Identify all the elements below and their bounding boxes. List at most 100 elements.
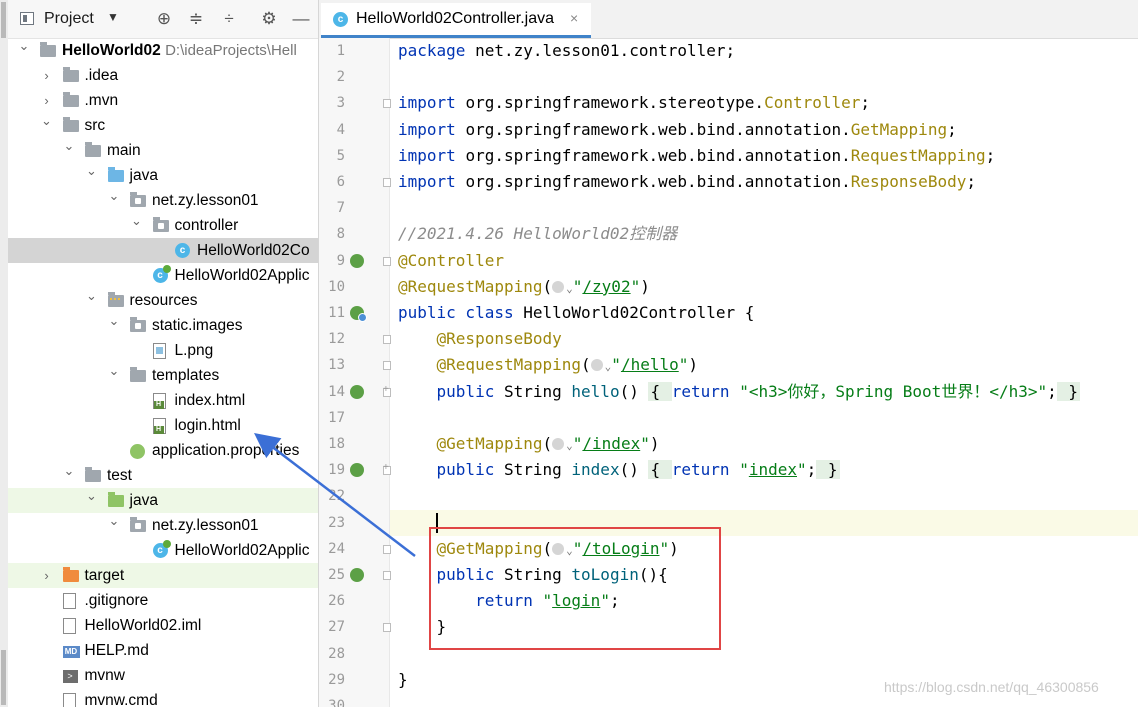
- project-view-title[interactable]: Project: [44, 10, 94, 28]
- collapse-all-icon[interactable]: ÷: [218, 8, 240, 30]
- structure-tool-tab[interactable]: [1, 650, 6, 705]
- chevron-down-icon[interactable]: ⌄: [86, 483, 98, 508]
- code-token: @Controller: [398, 250, 504, 270]
- tree-item[interactable]: ⌄ java: [8, 488, 318, 513]
- code-line[interactable]: //2021.4.26 HelloWorld02控制器: [398, 221, 677, 247]
- tree-item[interactable]: ⌄ net.zy.lesson01: [8, 188, 318, 213]
- tree-item[interactable]: ⌄ controller: [8, 213, 318, 238]
- chevron-down-icon[interactable]: ⌄: [86, 158, 98, 183]
- tree-item[interactable]: › target: [8, 563, 318, 588]
- code-line[interactable]: import org.springframework.web.bind.anno…: [398, 169, 976, 195]
- tree-item[interactable]: application.properties: [8, 438, 318, 463]
- code-token: import: [398, 172, 466, 191]
- tree-item[interactable]: c HelloWorld02Applic: [8, 263, 318, 288]
- project-panel: Project ▼ ⊕ ≑ ÷ ⚙ — ⌄ HelloWorld02 D:\ide…: [8, 0, 319, 707]
- spring-web-gutter-icon[interactable]: [350, 306, 367, 322]
- line-number: 23: [328, 514, 345, 531]
- minimize-icon[interactable]: —: [290, 8, 312, 30]
- chevron-down-icon[interactable]: ⌄: [86, 283, 98, 308]
- code-token: ;: [1047, 381, 1057, 401]
- tree-item[interactable]: ⌄ test: [8, 463, 318, 488]
- tree-item-label: controller: [175, 213, 239, 238]
- tree-item[interactable]: > mvnw: [8, 663, 318, 688]
- tree-item[interactable]: c HelloWorld02Applic: [8, 538, 318, 563]
- chevron-down-icon[interactable]: ⌄: [41, 108, 53, 133]
- code-line[interactable]: @RequestMapping(⌄"/zy02"): [398, 274, 650, 300]
- tree-item[interactable]: ⌄ java: [8, 163, 318, 188]
- tree-item[interactable]: HelloWorld02.iml: [8, 613, 318, 638]
- editor-tab[interactable]: c HelloWorld02Controller.java ×: [321, 3, 591, 38]
- tree-item[interactable]: › .idea: [8, 63, 318, 88]
- tree-item[interactable]: .gitignore: [8, 588, 318, 613]
- spring-bean-gutter-icon[interactable]: [350, 463, 364, 478]
- excluded-folder-icon: [62, 567, 79, 582]
- code-line[interactable]: public String index() { return "index"; …: [398, 457, 840, 483]
- chevron-down-icon[interactable]: ⌄: [18, 33, 30, 58]
- settings-icon[interactable]: ⚙: [258, 8, 280, 30]
- tree-item-label: L.png: [175, 338, 214, 363]
- tree-item-label: net.zy.lesson01: [152, 513, 259, 538]
- code-line[interactable]: @GetMapping(⌄"/index"): [398, 431, 660, 457]
- tree-item[interactable]: ⌄ resources: [8, 288, 318, 313]
- tree-item[interactable]: ⌄ static.images: [8, 313, 318, 338]
- tree-item[interactable]: ⌄ net.zy.lesson01: [8, 513, 318, 538]
- tree-item[interactable]: ⌄ HelloWorld02 D:\ideaProjects\Hell: [8, 38, 318, 63]
- code-token: String: [503, 381, 572, 401]
- package-icon: [130, 317, 146, 332]
- chevron-down-icon[interactable]: ⌄: [108, 358, 120, 383]
- tree-item-name: application.properties: [152, 442, 300, 459]
- code-line[interactable]: public class HelloWorld02Controller {: [398, 300, 754, 326]
- target-icon[interactable]: ⊕: [153, 8, 175, 30]
- chevron-right-icon[interactable]: ›: [41, 63, 53, 88]
- code-line[interactable]: @ResponseBody: [398, 326, 562, 352]
- spring-bean-gutter-icon[interactable]: [350, 384, 364, 399]
- chevron-down-icon[interactable]: ⌄: [131, 208, 143, 233]
- watermark: https://blog.csdn.net/qq_46300856: [884, 679, 1099, 695]
- tree-item[interactable]: ⌄ main: [8, 138, 318, 163]
- code-token: public class: [398, 303, 524, 322]
- tree-item[interactable]: › .mvn: [8, 88, 318, 113]
- expand-all-icon[interactable]: ≑: [185, 8, 207, 30]
- tree-item-label: index.html: [175, 388, 246, 413]
- spring-bean-gutter-icon[interactable]: [350, 253, 364, 268]
- chevron-down-icon[interactable]: ⌄: [63, 458, 75, 483]
- folder-icon: [130, 367, 146, 382]
- tree-item[interactable]: ⌄ templates: [8, 363, 318, 388]
- chevron-down-icon[interactable]: ⌄: [108, 308, 120, 333]
- code-token: /zy02: [582, 276, 631, 296]
- code-token: {: [648, 381, 672, 401]
- tree-item[interactable]: L.png: [8, 338, 318, 363]
- tree-item-label: .gitignore: [85, 588, 149, 613]
- code-line[interactable]: }: [398, 667, 408, 693]
- chevron-right-icon[interactable]: ›: [41, 563, 53, 588]
- tree-item-label: resources: [130, 288, 198, 313]
- properties-file-icon: [130, 444, 145, 459]
- code-line[interactable]: import org.springframework.web.bind.anno…: [398, 143, 995, 169]
- code-line[interactable]: public String hello() { return "<h3>你好，S…: [398, 379, 1081, 405]
- tree-item-name: L.png: [174, 342, 214, 359]
- tree-item-name: mvnw: [84, 667, 125, 684]
- tree-item[interactable]: login.html: [8, 413, 318, 438]
- chevron-down-icon[interactable]: ⌄: [108, 183, 120, 208]
- project-tool-tab[interactable]: [1, 2, 6, 38]
- code-line[interactable]: package net.zy.lesson01.controller;: [398, 38, 735, 64]
- tree-item[interactable]: ⌄ src: [8, 113, 318, 138]
- close-icon[interactable]: ×: [570, 10, 578, 26]
- tree-item[interactable]: c HelloWorld02Co: [8, 238, 318, 263]
- code-line[interactable]: import org.springframework.web.bind.anno…: [398, 117, 957, 143]
- spring-bean-gutter-icon[interactable]: [350, 568, 364, 582]
- tree-item[interactable]: MD HELP.md: [8, 638, 318, 663]
- chevron-down-icon[interactable]: ▼: [107, 10, 119, 24]
- code-line[interactable]: @RequestMapping(⌄"/hello"): [398, 352, 698, 378]
- code-token: ": [611, 355, 621, 375]
- tab-label: HelloWorld02Controller.java: [356, 10, 555, 27]
- tree-item[interactable]: mvnw.cmd: [8, 688, 318, 707]
- code-line[interactable]: import org.springframework.stereotype.Co…: [398, 90, 870, 116]
- chevron-down-icon[interactable]: ⌄: [63, 133, 75, 158]
- code-line[interactable]: @Controller: [398, 248, 504, 274]
- chevron-down-icon[interactable]: ⌄: [108, 508, 120, 533]
- tree-item[interactable]: index.html: [8, 388, 318, 413]
- folder-icon: [62, 67, 79, 82]
